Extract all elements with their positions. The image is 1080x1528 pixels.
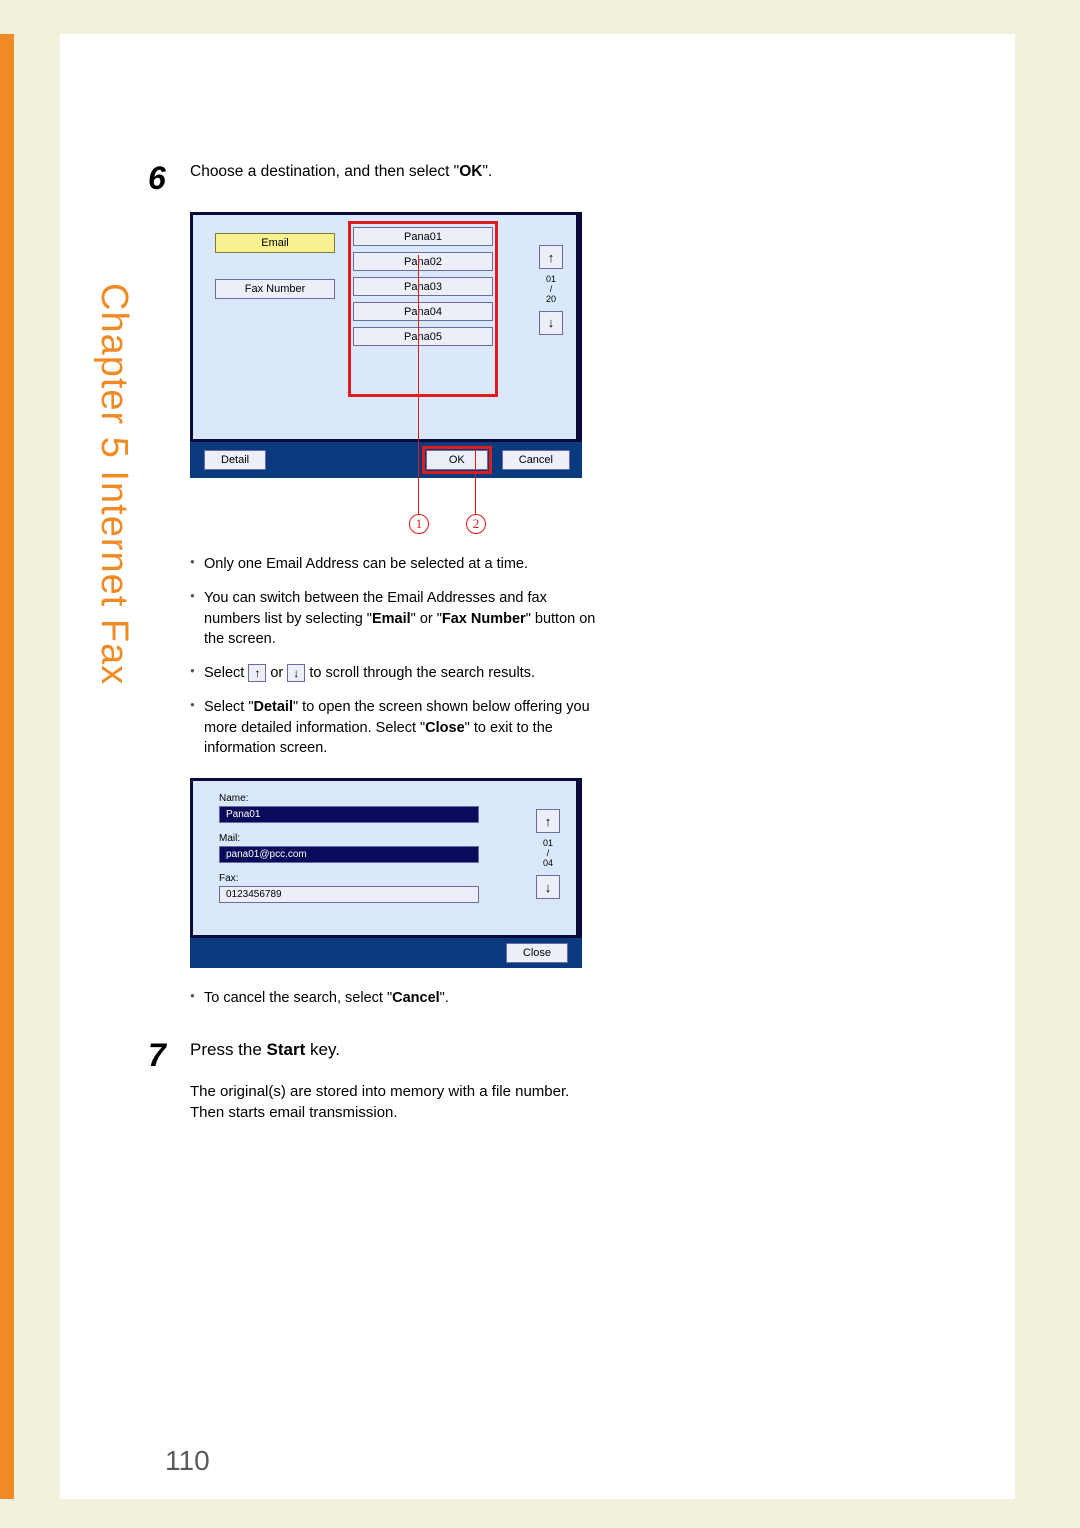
panel1-scroll-column: ↑ 01 / 20 ↓ xyxy=(536,245,566,335)
name-value: Pana01 xyxy=(219,806,479,823)
page-body: Chapter 5 Internet Fax 110 6 Choose a de… xyxy=(60,34,1015,1499)
scroll-down-icon[interactable]: ↓ xyxy=(539,311,563,335)
accent-bar xyxy=(0,34,14,1499)
detail-info-panel: Name: Pana01 Mail: pana01@pcc.com Fax: 0… xyxy=(190,778,582,968)
list-item[interactable]: Pana01 xyxy=(353,227,493,246)
scroll-counter: 01 / 04 xyxy=(534,839,562,869)
step-7-intro: Press the Start key. xyxy=(190,1039,596,1071)
scroll-up-icon[interactable]: ↑ xyxy=(539,245,563,269)
email-tab-button[interactable]: Email xyxy=(215,233,335,253)
callout-lines: 1 2 xyxy=(190,478,582,528)
note: Only one Email Address can be selected a… xyxy=(190,554,596,574)
ok-button[interactable]: OK xyxy=(426,450,488,470)
step-7-body: The original(s) are stored into memory w… xyxy=(190,1081,596,1123)
callout-number-2: 2 xyxy=(466,514,486,534)
note: To cancel the search, select "Cancel". xyxy=(190,988,596,1008)
close-button[interactable]: Close xyxy=(506,943,568,963)
main-content: 6 Choose a destination, and then select … xyxy=(148,162,596,1123)
step6-notes-b: To cancel the search, select "Cancel". xyxy=(190,988,596,1008)
callout-line-2 xyxy=(475,448,476,515)
panel1-left-column: Email Fax Number xyxy=(215,233,335,325)
step6-notes-a: Only one Email Address can be selected a… xyxy=(190,554,596,758)
mail-value: pana01@pcc.com xyxy=(219,846,479,863)
scroll-up-icon[interactable]: ↑ xyxy=(536,809,560,833)
step-number: 6 xyxy=(148,162,190,194)
down-arrow-icon: ↓ xyxy=(287,664,305,682)
callout-number-1: 1 xyxy=(409,514,429,534)
step-6-intro: Choose a destination, and then select "O… xyxy=(190,162,596,194)
panel2-scroll-column: ↑ 01 / 04 ↓ xyxy=(534,809,562,899)
page-number: 110 xyxy=(165,1445,210,1477)
scroll-down-icon[interactable]: ↓ xyxy=(536,875,560,899)
callout-highlight-2: OK xyxy=(422,446,492,474)
note: You can switch between the Email Address… xyxy=(190,588,596,649)
destination-select-panel: Email Fax Number Pana01 Pana02 Pana03 Pa… xyxy=(190,212,582,528)
panel2-frame: Name: Pana01 Mail: pana01@pcc.com Fax: 0… xyxy=(190,778,582,938)
list-item[interactable]: Pana04 xyxy=(353,302,493,321)
scroll-counter: 01 / 20 xyxy=(536,275,566,305)
cancel-button[interactable]: Cancel xyxy=(502,450,570,470)
list-item[interactable]: Pana02 xyxy=(353,252,493,271)
step-number: 7 xyxy=(148,1039,190,1071)
fax-label: Fax: xyxy=(219,873,562,884)
panel1-list-column: Pana01 Pana02 Pana03 Pana04 Pana05 xyxy=(353,227,493,352)
list-item[interactable]: Pana05 xyxy=(353,327,493,346)
panel1-footer: Detail OK Cancel xyxy=(190,442,582,478)
panel2-footer: Close xyxy=(190,938,582,968)
list-item[interactable]: Pana03 xyxy=(353,277,493,296)
note: Select ↑ or ↓ to scroll through the sear… xyxy=(190,663,596,683)
up-arrow-icon: ↑ xyxy=(248,664,266,682)
step-6: 6 Choose a destination, and then select … xyxy=(148,162,596,194)
chapter-text: Chapter 5 Internet Fax xyxy=(92,283,135,685)
mail-label: Mail: xyxy=(219,833,562,844)
chapter-label: Chapter 5 Internet Fax xyxy=(92,164,136,804)
detail-button[interactable]: Detail xyxy=(204,450,266,470)
faxnumber-tab-button[interactable]: Fax Number xyxy=(215,279,335,299)
note: Select "Detail" to open the screen shown… xyxy=(190,697,596,758)
name-label: Name: xyxy=(219,793,562,804)
panel1-frame: Email Fax Number Pana01 Pana02 Pana03 Pa… xyxy=(190,212,582,442)
callout-line-1 xyxy=(418,255,419,515)
step-7: 7 Press the Start key. xyxy=(148,1039,596,1071)
fax-value: 0123456789 xyxy=(219,886,479,903)
